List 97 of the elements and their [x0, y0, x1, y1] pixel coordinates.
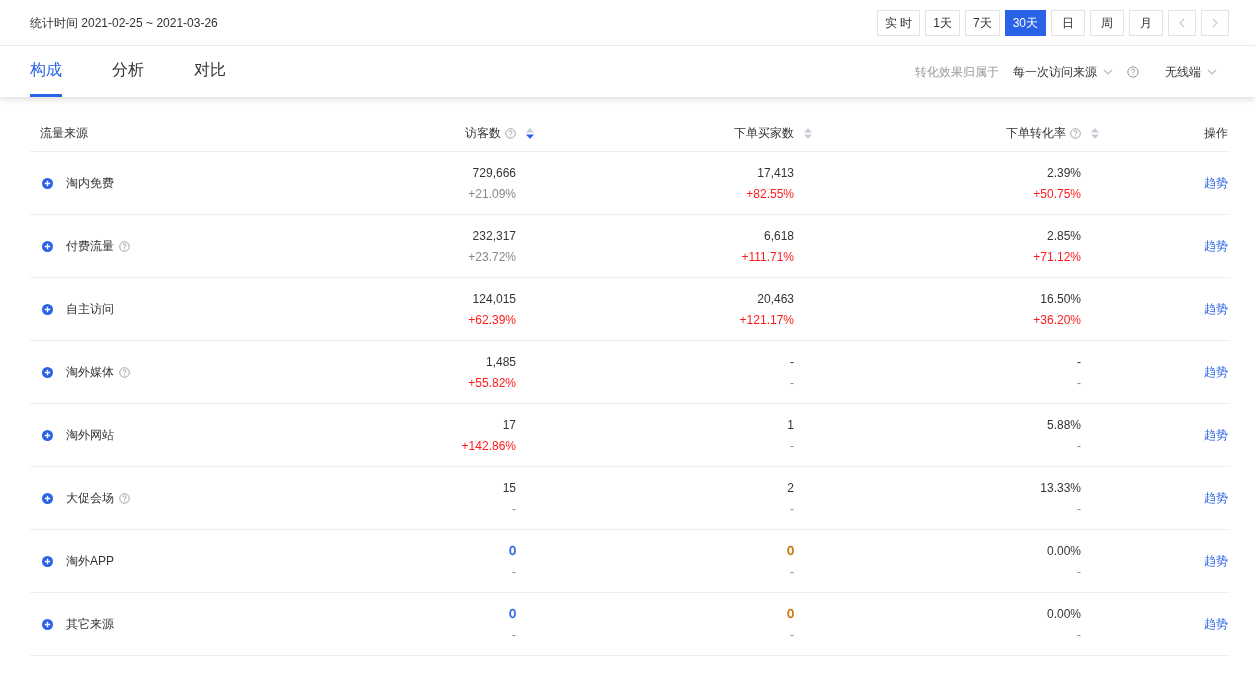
- metric-change: -: [512, 500, 516, 518]
- range-button[interactable]: 月: [1129, 9, 1163, 36]
- attribution-dropdown[interactable]: 每一次访问来源: [1013, 62, 1113, 81]
- metric-change: +36.20%: [1033, 311, 1081, 329]
- range-button[interactable]: 周: [1090, 9, 1124, 36]
- metric-value: 16.50%: [1040, 290, 1081, 308]
- metric-value: -: [1077, 353, 1081, 371]
- column-header: 操作: [1204, 125, 1228, 142]
- metric-value: 2.85%: [1046, 227, 1081, 245]
- metric-value: 0: [509, 605, 516, 623]
- range-button[interactable]: 30天: [1004, 9, 1046, 36]
- range-button[interactable]: 日: [1051, 9, 1085, 36]
- metric-change: +142.86%: [461, 437, 516, 455]
- sort-icon[interactable]: [526, 127, 534, 139]
- expand-icon[interactable]: [42, 492, 53, 504]
- trend-link[interactable]: 趋势: [1204, 489, 1228, 507]
- range-button[interactable]: 1天: [925, 9, 960, 36]
- column-header: 访客数: [465, 125, 501, 142]
- trend-link[interactable]: 趋势: [1204, 174, 1228, 192]
- range-button[interactable]: 实 时: [876, 9, 921, 36]
- expand-icon[interactable]: [42, 366, 53, 378]
- metric-change: -: [1077, 500, 1081, 518]
- metric-change: +62.39%: [468, 311, 516, 329]
- metric-value: 20,463: [757, 290, 794, 308]
- metric-value: 2.39%: [1046, 164, 1081, 182]
- metric-value: 17: [502, 416, 516, 434]
- trend-link[interactable]: 趋势: [1204, 237, 1228, 255]
- trend-link[interactable]: 趋势: [1204, 363, 1228, 381]
- metric-change: -: [1077, 374, 1081, 392]
- device-dropdown[interactable]: 无线端: [1165, 62, 1217, 81]
- expand-icon[interactable]: [42, 240, 53, 252]
- tab[interactable]: 分析: [112, 46, 144, 97]
- metric-value: 1,485: [485, 353, 516, 371]
- expand-icon[interactable]: [42, 555, 53, 567]
- source-name: 淘外媒体: [66, 364, 114, 381]
- metric-change: +121.17%: [739, 311, 794, 329]
- metric-value: 15: [502, 479, 516, 497]
- column-header: 下单转化率: [1006, 125, 1066, 142]
- source-name: 淘外APP: [66, 553, 114, 570]
- column-header: 下单买家数: [734, 125, 794, 142]
- trend-link[interactable]: 趋势: [1204, 552, 1228, 570]
- metric-change: -: [790, 563, 794, 581]
- metric-value: 0.00%: [1046, 605, 1081, 623]
- chevron-down-icon: [1207, 68, 1217, 75]
- expand-icon[interactable]: [42, 303, 53, 315]
- metric-value: 6,618: [763, 227, 794, 245]
- expand-icon[interactable]: [42, 177, 53, 189]
- metric-change: -: [790, 374, 794, 392]
- metric-value: 232,317: [472, 227, 516, 245]
- metric-change: -: [512, 626, 516, 644]
- metric-change: +55.82%: [468, 374, 516, 392]
- metric-change: -: [790, 437, 794, 455]
- metric-value: 124,015: [472, 290, 516, 308]
- metric-change: +23.72%: [468, 248, 516, 266]
- range-button[interactable]: 7天: [964, 9, 1000, 36]
- metric-change: -: [1077, 437, 1081, 455]
- metric-change: +21.09%: [468, 185, 516, 203]
- metric-value: -: [790, 353, 794, 371]
- chevron-down-icon: [1103, 68, 1113, 75]
- attribution-label: 转化效果归属于: [915, 63, 999, 81]
- chevron-right-icon: [1211, 17, 1219, 28]
- source-name: 淘内免费: [66, 175, 114, 192]
- metric-value: 5.88%: [1046, 416, 1081, 434]
- metric-change: +82.55%: [746, 185, 794, 203]
- metric-value: 1: [787, 416, 794, 434]
- tab[interactable]: 构成: [30, 46, 62, 97]
- metric-value: 0: [509, 542, 516, 560]
- source-name: 其它来源: [66, 616, 114, 633]
- metric-value: 17,413: [757, 164, 794, 182]
- help-icon: [1127, 65, 1139, 78]
- metric-value: 13.33%: [1040, 479, 1081, 497]
- trend-link[interactable]: 趋势: [1204, 615, 1228, 633]
- metric-change: -: [1077, 626, 1081, 644]
- expand-icon[interactable]: [42, 618, 53, 630]
- trend-link[interactable]: 趋势: [1204, 300, 1228, 318]
- source-name: 付费流量: [66, 238, 114, 255]
- source-name: 淘外网站: [66, 427, 114, 444]
- source-name: 大促会场: [66, 490, 114, 507]
- chevron-left-icon: [1178, 17, 1186, 28]
- metric-value: 729,666: [472, 164, 516, 182]
- source-name: 自主访问: [66, 301, 114, 318]
- trend-link[interactable]: 趋势: [1204, 426, 1228, 444]
- expand-icon[interactable]: [42, 429, 53, 441]
- metric-value: 0.00%: [1046, 542, 1081, 560]
- period-label: 统计时间 2021-02-25 ~ 2021-03-26: [30, 14, 218, 32]
- metric-change: +71.12%: [1033, 248, 1081, 266]
- metric-value: 2: [787, 479, 794, 497]
- metric-change: -: [1077, 563, 1081, 581]
- column-header: 流量来源: [40, 125, 88, 142]
- metric-value: 0: [787, 605, 794, 623]
- tab[interactable]: 对比: [194, 46, 226, 97]
- metric-change: +111.71%: [741, 248, 794, 266]
- metric-change: +50.75%: [1033, 185, 1081, 203]
- metric-change: -: [790, 626, 794, 644]
- metric-value: 0: [787, 542, 794, 560]
- metric-change: -: [512, 563, 516, 581]
- metric-change: -: [790, 500, 794, 518]
